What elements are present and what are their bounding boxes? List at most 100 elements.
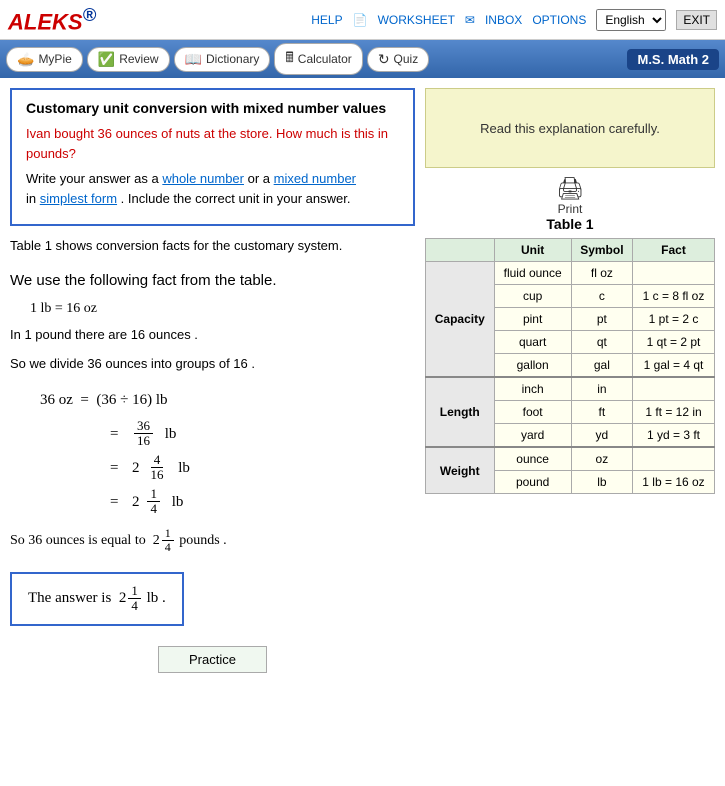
symbol-fluid-ounce: fl oz	[571, 262, 632, 285]
dictionary-label: Dictionary	[206, 52, 259, 66]
conversion-table: Unit Symbol Fact Capacity fluid ounce fl…	[425, 238, 715, 494]
simplest-form-link[interactable]: simplest form	[40, 191, 117, 206]
logo-sup: ®	[83, 4, 97, 25]
review-icon: ✅	[98, 51, 115, 68]
step1-text: 36 oz = (36 ÷ 16) lb	[40, 385, 168, 415]
unit-pound: pound	[494, 471, 571, 494]
logo-text: ALEKS	[8, 9, 83, 34]
fact-cup: 1 c = 8 fl oz	[633, 285, 715, 308]
col-header-unit-name: Unit	[494, 239, 571, 262]
unit-quart: quart	[494, 331, 571, 354]
answer-num: 1	[128, 584, 141, 599]
fact-fluid-ounce	[633, 262, 715, 285]
help-link[interactable]: HELP	[311, 13, 342, 27]
symbol-gallon: gal	[571, 354, 632, 378]
mixed-number-link[interactable]: mixed number	[274, 171, 356, 186]
col-header-symbol: Symbol	[571, 239, 632, 262]
options-link[interactable]: OPTIONS	[532, 13, 586, 27]
right-panel: Read this explanation carefully. 🖨 Print…	[425, 88, 715, 682]
length-category: Length	[426, 377, 495, 447]
fact-gallon: 1 gal = 4 qt	[633, 354, 715, 378]
answer-label: The answer is	[28, 590, 111, 606]
math-steps: 36 oz = (36 ÷ 16) lb = 36 16 lb = 2 4 16	[40, 385, 415, 517]
whole-number-link[interactable]: whole number	[162, 171, 244, 186]
conclusion-text2: pounds .	[179, 533, 226, 548]
calculator-label: Calculator	[298, 52, 352, 66]
print-area: 🖨 Print	[425, 176, 715, 216]
unit-gallon: gallon	[494, 354, 571, 378]
problem-title: Customary unit conversion with mixed num…	[26, 100, 399, 116]
lb4: lb	[168, 487, 183, 517]
symbol-pound: lb	[571, 471, 632, 494]
fact-pound: 1 lb = 16 oz	[633, 471, 715, 494]
symbol-quart: qt	[571, 331, 632, 354]
review-label: Review	[119, 52, 158, 66]
review-button[interactable]: ✅ Review	[87, 47, 170, 72]
dictionary-icon: 📖	[185, 51, 202, 68]
symbol-foot: ft	[571, 401, 632, 424]
symbol-yard: yd	[571, 424, 632, 448]
inbox-link[interactable]: INBOX	[485, 13, 522, 27]
fraction-1-4: 1 4	[147, 487, 160, 517]
fact-pint: 1 pt = 2 c	[633, 308, 715, 331]
equals3: =	[110, 453, 126, 483]
table1-title: Table 1	[425, 216, 715, 232]
instruction2: in	[26, 191, 36, 206]
print-icon: 🖨	[556, 176, 584, 202]
unit-pint: pint	[494, 308, 571, 331]
fact-inch	[633, 377, 715, 401]
symbol-inch: in	[571, 377, 632, 401]
dictionary-button[interactable]: 📖 Dictionary	[174, 47, 271, 72]
exit-button[interactable]: EXIT	[676, 10, 717, 30]
mypie-icon: 🥧	[17, 51, 34, 68]
line1: In 1 pound there are 16 ounces .	[10, 325, 415, 346]
instruction3: . Include the correct unit in your answe…	[121, 191, 351, 206]
line2: So we divide 36 ounces into groups of 16…	[10, 354, 415, 375]
quiz-button[interactable]: ↻ Quiz	[367, 47, 429, 72]
unit-inch: inch	[494, 377, 571, 401]
quiz-icon: ↻	[378, 51, 390, 68]
lb2: lb	[161, 419, 176, 449]
capacity-category: Capacity	[426, 262, 495, 378]
explanation-box: Read this explanation carefully.	[425, 88, 715, 168]
quiz-label: Quiz	[394, 52, 419, 66]
fraction-4-16: 4 16	[147, 453, 166, 483]
col-header-unit	[426, 239, 495, 262]
fact-quart: 1 qt = 2 pt	[633, 331, 715, 354]
symbol-ounce: oz	[571, 447, 632, 471]
table-row: Weight ounce oz	[426, 447, 715, 471]
fact-ounce	[633, 447, 715, 471]
problem-body-text: Ivan bought 36 ounces of nuts at the sto…	[26, 126, 388, 161]
mypie-button[interactable]: 🥧 MyPie	[6, 47, 83, 72]
worksheet-icon: 📄	[353, 13, 368, 27]
conclusion-num: 1	[162, 527, 174, 541]
calculator-button[interactable]: 🖩 Calculator	[274, 43, 362, 75]
fraction-36-16: 36 16	[134, 419, 153, 449]
worksheet-link[interactable]: WORKSHEET	[378, 13, 455, 27]
unit-cup: cup	[494, 285, 571, 308]
fact-yard: 1 yd = 3 ft	[633, 424, 715, 448]
table-header-row: Unit Symbol Fact	[426, 239, 715, 262]
course-label: M.S. Math 2	[627, 49, 719, 70]
symbol-cup: c	[571, 285, 632, 308]
key-fact: 1 lb = 16 oz	[30, 301, 415, 317]
step2: = 36 16 lb	[110, 419, 415, 449]
step1: 36 oz = (36 ÷ 16) lb	[40, 385, 415, 415]
table-row: Capacity fluid ounce fl oz	[426, 262, 715, 285]
fact-intro-text: We use the following fact from the table…	[10, 272, 277, 289]
conclusion: So 36 ounces is equal to 2 1 4 pounds .	[10, 527, 415, 554]
lb3: lb	[174, 453, 189, 483]
explanation-text: Read this explanation carefully.	[480, 121, 660, 136]
print-button[interactable]: 🖨 Print	[556, 176, 584, 216]
answer-fraction: 1 4	[128, 584, 141, 614]
equals2: =	[110, 419, 126, 449]
unit-yard: yard	[494, 424, 571, 448]
language-select[interactable]: English	[596, 9, 666, 31]
problem-instruction: Write your answer as a whole number or a…	[26, 169, 399, 208]
instruction1: Write your answer as a	[26, 171, 159, 186]
symbol-pint: pt	[571, 308, 632, 331]
problem-box: Customary unit conversion with mixed num…	[10, 88, 415, 226]
fact-foot: 1 ft = 12 in	[633, 401, 715, 424]
table-ref: Table 1 shows conversion facts for the c…	[10, 236, 415, 257]
practice-button[interactable]: Practice	[158, 646, 267, 673]
